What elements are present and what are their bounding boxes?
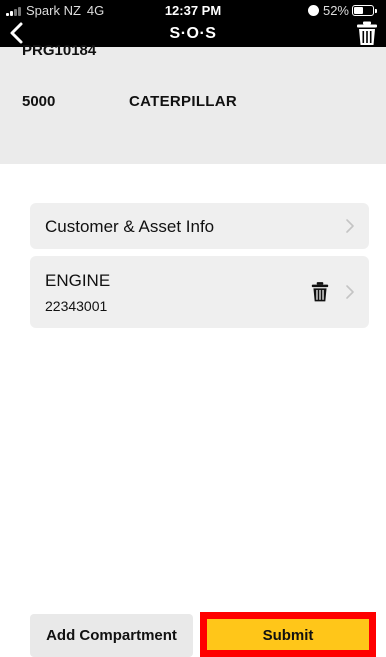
submit-highlight: Submit: [200, 612, 376, 657]
trash-icon: [357, 21, 377, 45]
add-compartment-button[interactable]: Add Compartment: [30, 614, 193, 657]
network-type: 4G: [86, 3, 105, 18]
battery-percent: 52%: [322, 3, 349, 18]
list-item-serial: 22343001: [45, 298, 108, 314]
status-left: Spark NZ 4G: [6, 3, 104, 18]
signal-strength-icon: [6, 6, 22, 16]
record-id: PRG10184: [22, 42, 97, 59]
model-number: 5000: [22, 93, 56, 110]
delete-button[interactable]: [356, 21, 378, 46]
submit-button[interactable]: Submit: [207, 619, 369, 650]
status-right: 52%: [307, 3, 377, 18]
delete-compartment-button[interactable]: [311, 281, 329, 303]
make-name: CATERPILLAR: [129, 93, 238, 110]
chevron-right-icon: [346, 219, 354, 233]
list-item-label: ENGINE: [45, 271, 111, 290]
battery-icon: [352, 5, 377, 16]
chevron-right-icon: [346, 285, 354, 299]
list-item-label: Customer & Asset Info: [45, 217, 215, 236]
trash-icon: [311, 282, 329, 302]
add-compartment-label: Add Compartment: [46, 627, 177, 644]
status-bar: Spark NZ 4G 12:37 PM 52%: [0, 0, 386, 20]
engine-compartment-item[interactable]: ENGINE 22343001: [30, 256, 369, 328]
header-info: PRG10184 5000 CATERPILLAR: [0, 42, 386, 164]
battery-level: [354, 7, 364, 14]
submit-label: Submit: [262, 627, 314, 644]
page-title: S·O·S: [169, 25, 217, 42]
carrier-name: Spark NZ: [26, 3, 81, 18]
customer-asset-info-item[interactable]: Customer & Asset Info: [30, 203, 369, 249]
alarm-icon: [307, 5, 319, 16]
